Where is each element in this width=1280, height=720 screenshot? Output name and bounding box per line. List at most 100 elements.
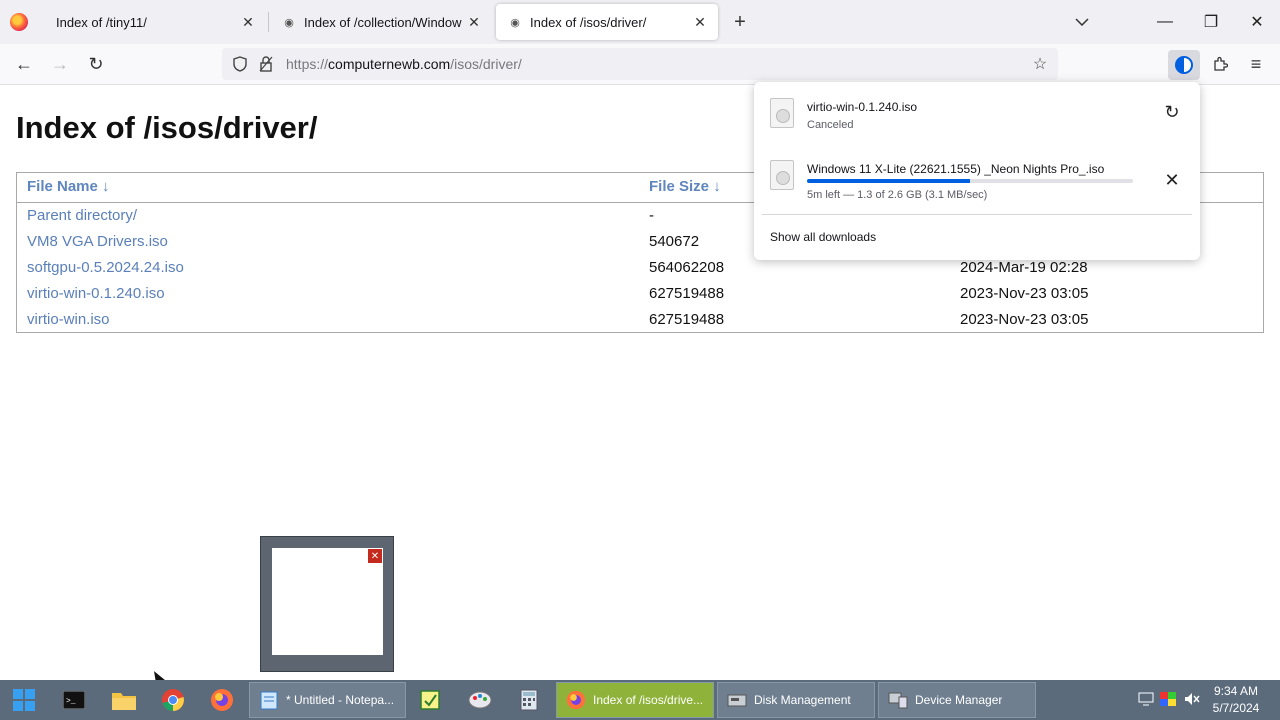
disc-image-file-icon <box>770 98 794 128</box>
tab-title: Index of /collection/Windows <box>304 14 462 30</box>
reload-icon[interactable]: ↻ <box>82 50 110 78</box>
file-explorer-folder-icon[interactable] <box>108 684 140 716</box>
download-item[interactable]: virtio-win-0.1.240.iso Canceled ↻ <box>754 90 1200 148</box>
download-filename: Windows 11 X-Lite (22621.1555) _Neon Nig… <box>807 162 1105 176</box>
table-row: virtio-win-0.1.240.iso 627519488 2023-No… <box>17 281 1263 307</box>
clock-time: 9:34 AM <box>1213 684 1259 698</box>
downloads-panel: virtio-win-0.1.240.iso Canceled ↻ Window… <box>754 82 1200 260</box>
tab-collection-windows[interactable]: ◉ Index of /collection/Windows ✕ <box>270 4 492 40</box>
table-row: virtio-win.iso 627519488 2023-Nov-23 03:… <box>17 307 1263 333</box>
url-text: https://computernewb.com/isos/driver/ <box>286 56 522 72</box>
close-tab-icon[interactable]: ✕ <box>688 10 712 34</box>
disk-management-icon <box>726 689 748 711</box>
firefox-icon[interactable] <box>206 684 238 716</box>
extensions-puzzle-icon[interactable] <box>1206 50 1234 78</box>
file-date: 2023-Nov-23 03:05 <box>960 311 1089 328</box>
file-link[interactable]: Parent directory/ <box>27 207 137 224</box>
tab-strip: Index of /tiny11/ ✕ ◉ Index of /collecti… <box>0 0 1280 44</box>
device-manager-icon <box>887 689 909 711</box>
page-title: Index of /isos/driver/ <box>16 110 318 145</box>
address-bar[interactable]: https://computernewb.com/isos/driver/ ☆ <box>222 48 1058 80</box>
file-link[interactable]: softgpu-0.5.2024.24.iso <box>27 259 184 276</box>
calculator-icon[interactable] <box>513 684 545 716</box>
download-item[interactable]: Windows 11 X-Lite (22621.1555) _Neon Nig… <box>754 152 1200 210</box>
file-link[interactable]: VM8 VGA Drivers.iso <box>27 233 168 250</box>
url-path: /isos/driver/ <box>450 56 522 72</box>
bookmark-star-icon[interactable]: ☆ <box>1030 54 1050 74</box>
restore-window-icon[interactable]: ❐ <box>1188 0 1234 44</box>
download-status: 5m left — 1.3 of 2.6 GB (3.1 MB/sec) <box>807 189 988 201</box>
forward-arrow-icon[interactable]: → <box>46 50 74 78</box>
taskbar-button-notepad[interactable]: * Untitled - Notepa... <box>249 682 406 718</box>
back-arrow-icon[interactable]: ← <box>10 50 38 78</box>
file-size: 564062208 <box>649 259 725 276</box>
taskbar-button-label: Index of /isos/drive... <box>593 693 704 707</box>
show-all-downloads-button[interactable]: Show all downloads <box>770 230 876 244</box>
download-progress-bar <box>807 179 1133 183</box>
download-status: Canceled <box>807 119 854 131</box>
taskbar-button-label: Device Manager <box>915 693 1003 707</box>
volume-muted-icon[interactable] <box>1184 692 1202 708</box>
url-host: computernewb.com <box>328 56 451 72</box>
clock-date: 5/7/2024 <box>1212 701 1260 715</box>
insecure-lock-icon[interactable] <box>256 54 276 74</box>
close-tab-icon[interactable]: ✕ <box>236 10 260 34</box>
url-scheme: https:// <box>286 56 329 72</box>
taskbar: >_ * Untitled - Notepa... Index of /isos… <box>0 680 1280 720</box>
color-display-icon[interactable] <box>1160 692 1178 708</box>
svg-text:>_: >_ <box>66 697 76 706</box>
tab-divider <box>268 12 269 32</box>
chrome-icon[interactable] <box>157 684 189 716</box>
file-size: 540672 <box>649 233 700 250</box>
close-tab-icon[interactable]: ✕ <box>462 10 486 34</box>
terminal-icon[interactable]: >_ <box>58 684 90 716</box>
navigation-toolbar: ← → ↻ https://computernewb.com/isos/driv… <box>0 44 1280 85</box>
notepad-icon <box>258 689 280 711</box>
minimize-window-icon[interactable]: — <box>1142 0 1188 44</box>
file-size: - <box>649 207 654 224</box>
downloads-button[interactable] <box>1168 50 1200 80</box>
taskbar-button-firefox[interactable]: Index of /isos/drive... <box>556 682 714 718</box>
download-progress-icon <box>1175 56 1193 74</box>
notepad-preview-image <box>272 548 383 655</box>
file-date: 2024-Mar-19 02:28 <box>960 259 1088 276</box>
firefox-menu-icon[interactable] <box>10 13 28 31</box>
column-header-file-name[interactable]: File Name ↓ <box>27 178 110 195</box>
tab-title: Index of /tiny11/ <box>56 14 147 30</box>
list-all-tabs-chevron-icon[interactable] <box>1070 10 1094 34</box>
taskbar-button-disk-management[interactable]: Disk Management <box>717 682 875 718</box>
retry-icon[interactable]: ↻ <box>1160 100 1184 124</box>
file-link[interactable]: virtio-win-0.1.240.iso <box>27 285 165 302</box>
panel-divider <box>762 214 1192 215</box>
taskbar-button-label: * Untitled - Notepa... <box>286 693 395 707</box>
sticky-notes-icon[interactable] <box>414 684 446 716</box>
site-favicon-icon: ◉ <box>510 16 520 29</box>
file-size: 627519488 <box>649 311 725 328</box>
network-icon[interactable] <box>1138 692 1156 708</box>
file-date: 2023-Nov-23 03:05 <box>960 285 1089 302</box>
taskbar-button-label: Disk Management <box>754 693 851 707</box>
file-link[interactable]: virtio-win.iso <box>27 311 110 328</box>
window-thumbnail-preview[interactable]: ✕ <box>260 536 394 672</box>
taskbar-button-device-manager[interactable]: Device Manager <box>878 682 1036 718</box>
tab-title: Index of /isos/driver/ <box>530 14 647 30</box>
screen: Index of /tiny11/ ✕ ◉ Index of /collecti… <box>0 0 1280 720</box>
close-preview-icon[interactable]: ✕ <box>368 549 382 563</box>
site-favicon-icon: ◉ <box>284 16 294 29</box>
disc-image-file-icon <box>770 160 794 190</box>
download-filename: virtio-win-0.1.240.iso <box>807 100 918 114</box>
app-menu-hamburger-icon[interactable]: ≡ <box>1242 50 1270 78</box>
firefox-icon <box>565 689 587 711</box>
cancel-icon[interactable]: ✕ <box>1160 168 1184 192</box>
start-windows-icon[interactable] <box>8 684 40 716</box>
tracking-shield-icon[interactable] <box>230 54 250 74</box>
download-progress-fill <box>807 179 970 183</box>
system-clock[interactable]: 9:34 AM 5/7/2024 <box>1206 683 1266 717</box>
close-window-icon[interactable]: ✕ <box>1234 0 1280 44</box>
paint-palette-icon[interactable] <box>464 684 496 716</box>
column-header-file-size[interactable]: File Size ↓ <box>649 178 721 195</box>
new-tab-plus-icon[interactable]: + <box>728 10 752 34</box>
tab-tiny11[interactable]: Index of /tiny11/ ✕ <box>44 4 266 40</box>
tab-isos-driver[interactable]: ◉ Index of /isos/driver/ ✕ <box>496 4 718 40</box>
file-size: 627519488 <box>649 285 725 302</box>
